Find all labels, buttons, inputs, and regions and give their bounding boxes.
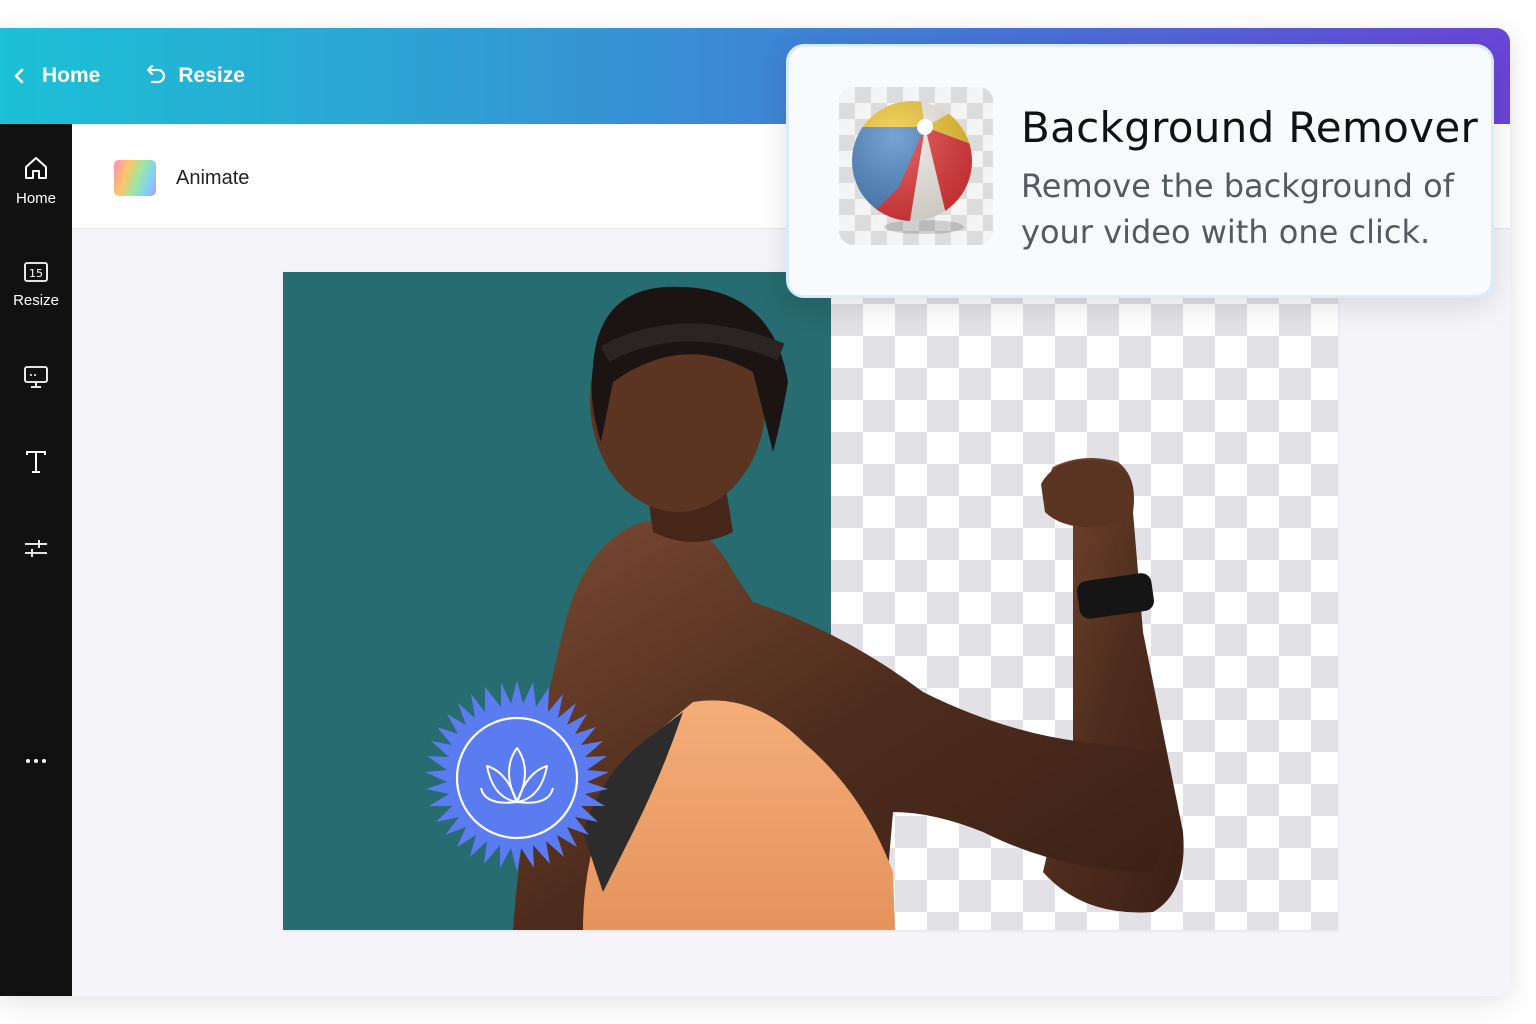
sidebar-item-home[interactable]: Home (0, 154, 72, 207)
lotus-badge-sticker[interactable] (415, 678, 619, 882)
resize-label: Resize (178, 64, 245, 87)
text-icon (26, 451, 46, 473)
animate-icon (114, 160, 156, 196)
chevron-left-icon (14, 68, 24, 84)
sidebar-item-text[interactable] (0, 448, 72, 476)
sidebar-item-more[interactable] (0, 756, 72, 766)
sidebar-item-present[interactable] (0, 364, 72, 390)
sidebar-item-label: Resize (13, 292, 59, 309)
sidebar-item-adjust[interactable] (0, 534, 72, 562)
popup-title: Background Remover (1021, 103, 1479, 152)
back-home-label: Home (42, 64, 101, 87)
adjust-icon (25, 540, 47, 557)
more-icon (26, 759, 46, 763)
popup-description: Remove the background of your video with… (1021, 167, 1454, 251)
sidebar-item-resize[interactable]: 15 Resize (0, 260, 72, 309)
animate-button[interactable]: Animate (114, 160, 249, 196)
popup-thumbnail (839, 87, 993, 245)
design-canvas[interactable] (283, 272, 1338, 930)
present-icon (24, 366, 48, 388)
sidebar-item-label: Home (15, 190, 56, 207)
svg-text:15: 15 (29, 267, 43, 280)
animate-label: Animate (176, 166, 250, 189)
beach-ball-icon (852, 101, 972, 234)
resize-icon: 15 (24, 262, 48, 282)
home-icon (25, 157, 47, 179)
back-home-button[interactable]: Home (12, 64, 100, 88)
resize-button[interactable]: Resize (144, 64, 245, 88)
undo-arrow-icon (147, 65, 166, 84)
left-sidebar: Home 15 Resize (0, 124, 72, 996)
feature-popup-card[interactable]: Background Remover Remove the background… (786, 44, 1494, 298)
